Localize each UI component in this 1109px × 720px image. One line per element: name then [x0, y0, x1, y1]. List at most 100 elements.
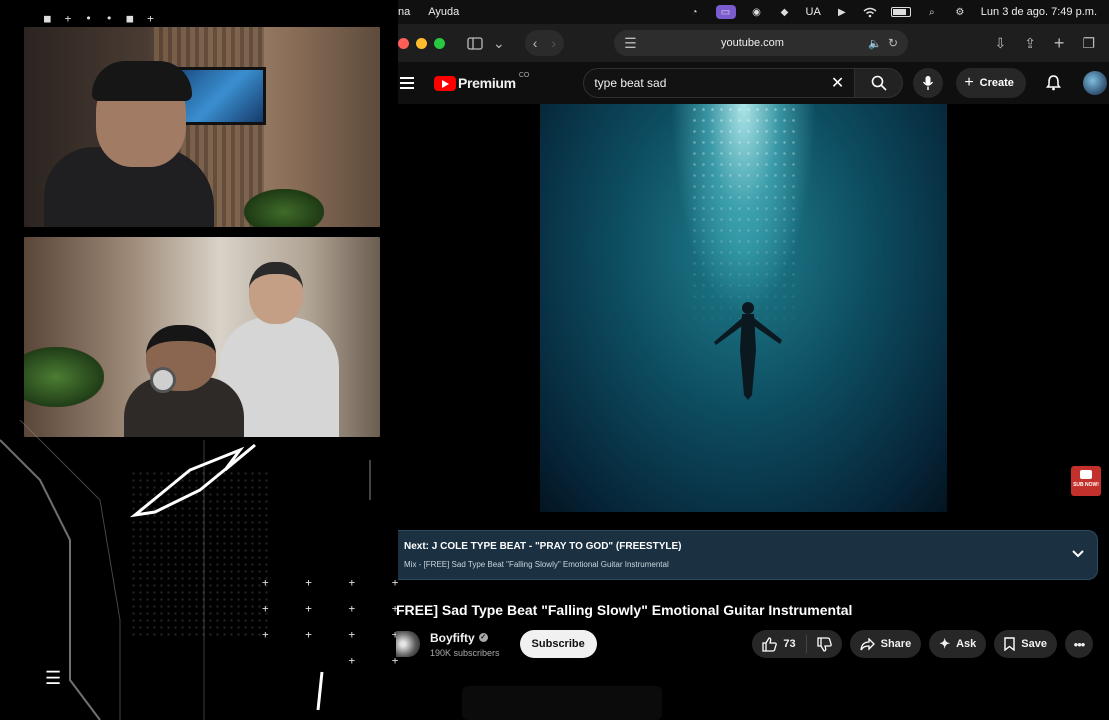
vpn-icon[interactable]: ◉	[750, 6, 764, 18]
diamond-icon[interactable]: ◆	[778, 6, 792, 18]
clear-search-icon[interactable]: ✕	[831, 73, 844, 93]
subscribe-watermark[interactable]: SUB NOW!	[1071, 466, 1101, 496]
webcam-feed-bottom	[24, 237, 380, 437]
share-icon[interactable]: ⇪	[1024, 35, 1036, 52]
youtube-logo[interactable]: Premium CO	[434, 71, 530, 91]
plant	[24, 347, 104, 407]
window-controls	[398, 37, 445, 49]
notifications-button[interactable]	[1039, 68, 1069, 98]
video-meta-row: Boyfifty ✓ 190K subscribers Subscribe 73…	[396, 628, 1109, 660]
faint-ui-shadow	[462, 686, 662, 720]
more-horizontal-icon: •••	[1073, 636, 1086, 652]
spotlight-search-icon[interactable]: ⌕	[925, 6, 939, 18]
menubar-datetime[interactable]: Lun 3 de ago. 7:49 p.m.	[981, 6, 1097, 18]
ask-label: Ask	[956, 638, 977, 650]
webcam-feed-top	[24, 27, 380, 227]
hamburger-menu-icon[interactable]	[400, 77, 414, 89]
ask-button[interactable]: ✦ Ask	[929, 630, 987, 658]
subscribe-button[interactable]: Subscribe	[519, 630, 597, 658]
search-box: ✕	[583, 68, 856, 98]
share-button[interactable]: Share	[849, 630, 922, 658]
wifi-icon[interactable]	[863, 6, 877, 18]
menu-icon: ☰	[45, 668, 62, 688]
video-actions: 73 Share ✦ Ask Save •••	[752, 630, 1109, 658]
sinking-figure	[714, 302, 782, 400]
bell-icon	[1046, 75, 1062, 91]
decorative-plus-row: ■+••■+	[44, 12, 168, 25]
like-button[interactable]: 73	[762, 635, 807, 653]
play-circle-icon[interactable]: ▶	[835, 6, 849, 18]
create-button[interactable]: + Create	[956, 68, 1026, 98]
texture-dots	[130, 470, 270, 640]
video-title: FREE] Sad Type Beat "Falling Slowly" Emo…	[396, 602, 853, 618]
sidebar-toggle-group: ⌄	[467, 35, 505, 52]
tab-overview-icon[interactable]: ❐	[1082, 35, 1095, 52]
plus-icon: +	[964, 74, 974, 91]
save-label: Save	[1021, 638, 1047, 650]
address-bar[interactable]: ☰ youtube.com 🔈 ↻	[614, 30, 909, 56]
streamer-person	[44, 61, 214, 227]
video-frame-underwater[interactable]	[540, 104, 947, 512]
input-language[interactable]: UA	[806, 6, 821, 18]
plant	[244, 189, 324, 227]
forward-button[interactable]: ›	[551, 35, 556, 51]
up-next-title: Next: J COLE TYPE BEAT - "PRAY TO GOD" (…	[404, 541, 682, 552]
new-tab-icon[interactable]: +	[1054, 33, 1065, 54]
screen-record-icon[interactable]: ▭	[715, 5, 736, 19]
search-input[interactable]	[594, 76, 831, 90]
country-code: CO	[518, 71, 530, 79]
menu-left: na Ayuda	[398, 6, 459, 18]
youtube-brand: Premium	[458, 75, 516, 91]
battery-icon[interactable]	[890, 7, 911, 17]
channel-info: Boyfifty ✓ 190K subscribers	[430, 631, 500, 658]
search-button[interactable]	[855, 68, 904, 98]
menu-item-help[interactable]: Ayuda	[428, 6, 459, 18]
menu-extras: ◔ ▭ ◉ ◆ UA ▶ ⌕ ⚙ Lun 3 de ago. 7:49 p.m.	[688, 5, 1109, 19]
back-button[interactable]: ‹	[533, 35, 538, 51]
account-avatar[interactable]	[1082, 71, 1107, 95]
sidebar-icon[interactable]	[467, 36, 483, 50]
browser-toolbar: ⌄ ‹ › ☰ youtube.com 🔈 ↻ ⇩ ⇪ + ❐	[398, 24, 1109, 62]
history-navigation: ‹ ›	[524, 30, 565, 56]
search-icon	[871, 75, 887, 91]
page-settings-icon[interactable]: ☰	[624, 35, 637, 52]
save-button[interactable]: Save	[994, 630, 1057, 658]
decorative-plus-grid: + + + + + + + + + + + + + +	[262, 576, 398, 667]
thumbs-up-icon	[762, 636, 778, 652]
video-player[interactable]: SUB NOW!	[398, 104, 1109, 512]
reload-icon[interactable]: ↻	[888, 36, 898, 50]
url-text[interactable]: youtube.com	[637, 37, 869, 49]
microphone-icon	[923, 76, 934, 90]
close-window-button[interactable]	[398, 37, 409, 49]
menu-item-app[interactable]: na	[398, 6, 410, 18]
up-next-banner[interactable]: Next: J COLE TYPE BEAT - "PRAY TO GOD" (…	[398, 530, 1098, 580]
guest-person-cap	[124, 317, 244, 437]
channel-name[interactable]: Boyfifty	[430, 631, 475, 645]
channel-avatar[interactable]	[396, 631, 420, 657]
macos-menubar: na Ayuda ◔ ▭ ◉ ◆ UA ▶ ⌕ ⚙ Lun 3 de ago. …	[398, 0, 1109, 24]
create-label: Create	[979, 77, 1014, 89]
channel-name-row: Boyfifty ✓	[430, 631, 500, 645]
bookmark-icon	[1004, 637, 1015, 651]
share-label: Share	[880, 638, 912, 650]
like-dislike-group: 73	[752, 630, 842, 658]
sparkle-icon: ✦	[939, 636, 951, 651]
dislike-button[interactable]	[813, 636, 832, 652]
youtube-header: Premium CO ✕ + Create	[398, 62, 1109, 104]
download-icon[interactable]: ⇩	[994, 35, 1006, 52]
thumbs-down-icon	[816, 636, 832, 652]
gauge-icon[interactable]: ◔	[688, 6, 702, 18]
like-count: 73	[783, 638, 796, 650]
chevron-down-icon[interactable]: ⌄	[493, 35, 505, 52]
control-center-icon[interactable]: ⚙	[953, 6, 967, 18]
minimize-window-button[interactable]	[416, 37, 427, 49]
voice-search-button[interactable]	[913, 68, 944, 98]
share-arrow-icon	[859, 637, 875, 651]
stream-overlay: ■+••■+ + + + + + + + + + + + +	[0, 0, 398, 720]
zoom-window-button[interactable]	[434, 37, 445, 49]
more-actions-button[interactable]: •••	[1065, 630, 1093, 658]
chevron-down-icon[interactable]	[1071, 547, 1085, 561]
audio-playing-icon[interactable]: 🔈	[868, 37, 882, 50]
toolbar-right: ⇩ ⇪ + ❐	[994, 33, 1109, 54]
up-next-playlist: Mix - [FREE] Sad Type Beat "Falling Slow…	[404, 560, 669, 569]
